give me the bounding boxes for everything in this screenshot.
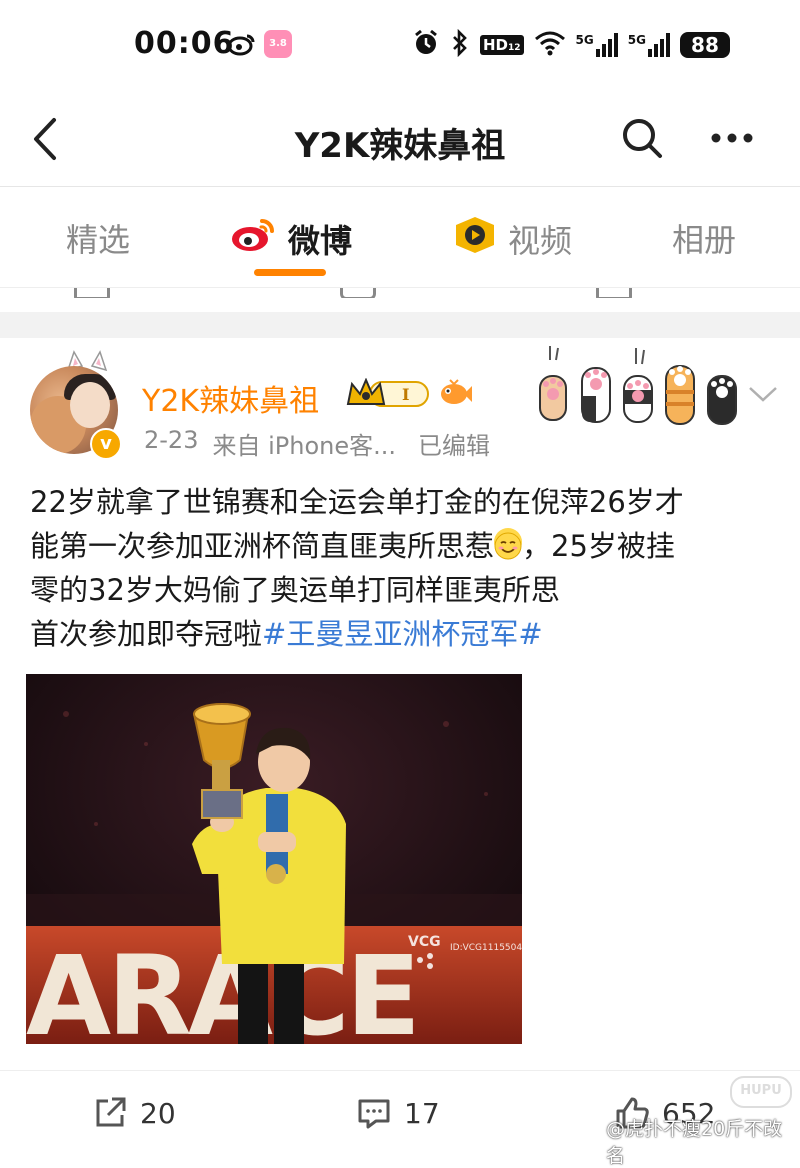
- post-source: 来自 iPhone客...: [212, 432, 396, 460]
- status-right-group: HD12 5G 5G 88: [412, 28, 730, 62]
- cat-paws-decoration-icon: [536, 346, 746, 432]
- post-photo[interactable]: ARACE VCG ID:VCG11155045: [26, 674, 522, 1044]
- signal-icon-sim1: 5G: [576, 33, 618, 57]
- more-dots-icon: [711, 133, 753, 143]
- search-button[interactable]: [620, 116, 664, 160]
- video-tab-icon: [452, 215, 498, 263]
- tab-video[interactable]: 视频: [452, 215, 572, 263]
- post-meta: 2-23 来自 iPhone客... 已编辑: [144, 426, 490, 461]
- post-author-name[interactable]: Y2K辣妹鼻祖: [142, 376, 319, 420]
- tab-featured[interactable]: 精选: [66, 215, 130, 261]
- repost-count: 20: [140, 1096, 176, 1130]
- tab-video-label: 视频: [508, 222, 573, 260]
- post-menu-button[interactable]: [748, 384, 778, 408]
- tab-album[interactable]: 相册: [672, 215, 736, 261]
- post-text-line: 零的32岁大妈偷了奥运单打同样匪夷所思: [30, 573, 560, 607]
- svg-text:ID:VCG11155045: ID:VCG11155045: [450, 943, 522, 953]
- chevron-down-icon: [749, 387, 777, 402]
- hidden-stats-row: [0, 288, 800, 298]
- weibo-logo-icon: [230, 215, 278, 263]
- fish-badge-icon: [438, 378, 472, 412]
- status-bar: 00:06 3.8 HD12 5G 5G 88: [0, 0, 800, 92]
- bluetooth-icon: [450, 28, 470, 61]
- post-body: 22岁就拿了世锦赛和全运会单打金的在倪萍26岁才 能第一次参加亚洲杯简直匪夷所思…: [30, 480, 780, 656]
- member-crown-badge-icon[interactable]: I: [346, 377, 432, 414]
- comment-button[interactable]: 17: [356, 1095, 440, 1131]
- tab-weibo[interactable]: 微博: [230, 215, 352, 263]
- repost-watermark: @虎扑不瘦20斤不改名: [606, 1118, 783, 1167]
- active-tab-indicator: [254, 269, 326, 276]
- profile-tabs: 精选 微博 视频 相册: [0, 187, 800, 288]
- smile-emoji-icon: [494, 528, 523, 560]
- app-notification-icon: 3.8: [264, 30, 292, 58]
- weibo-status-icon: [227, 32, 256, 60]
- tab-featured-label: 精选: [66, 221, 131, 259]
- more-options-button[interactable]: [708, 116, 756, 160]
- section-divider: [0, 312, 800, 338]
- wifi-icon: [534, 30, 566, 60]
- tab-weibo-label: 微博: [288, 222, 353, 260]
- comment-count: 17: [404, 1096, 440, 1130]
- status-time: 00:06: [134, 26, 235, 61]
- repost-button[interactable]: 20: [92, 1095, 176, 1131]
- search-icon: [623, 119, 662, 158]
- svg-text:I: I: [402, 385, 409, 404]
- verified-badge-icon: v: [90, 428, 122, 460]
- hupu-watermark-logo: HUPU: [730, 1076, 792, 1108]
- post-text-line: 首次参加即夺冠啦#王曼昱亚洲杯冠军#: [30, 617, 543, 651]
- battery-indicator: 88: [679, 32, 730, 58]
- post-text-line: 能第一次参加亚洲杯简直匪夷所思惹 ，25岁被挂: [30, 528, 675, 563]
- hashtag-link[interactable]: #王曼昱亚洲杯冠军#: [262, 617, 543, 651]
- top-nav-bar: Y2K辣妹鼻祖: [0, 92, 800, 187]
- comment-icon: [358, 1099, 390, 1129]
- repost-icon: [96, 1097, 126, 1127]
- hd-voice-icon: HD12: [480, 35, 524, 55]
- svg-text:VCG: VCG: [408, 934, 441, 950]
- post-text-line: 22岁就拿了世锦赛和全运会单打金的在倪萍26岁才: [30, 485, 684, 519]
- post-edited-label[interactable]: 已编辑: [418, 426, 490, 461]
- alarm-icon: [412, 29, 440, 61]
- tab-album-label: 相册: [672, 221, 737, 259]
- page-title: Y2K辣妹鼻祖: [294, 126, 506, 166]
- post-date: 2-23: [144, 426, 199, 454]
- signal-icon-sim2: 5G: [628, 33, 670, 57]
